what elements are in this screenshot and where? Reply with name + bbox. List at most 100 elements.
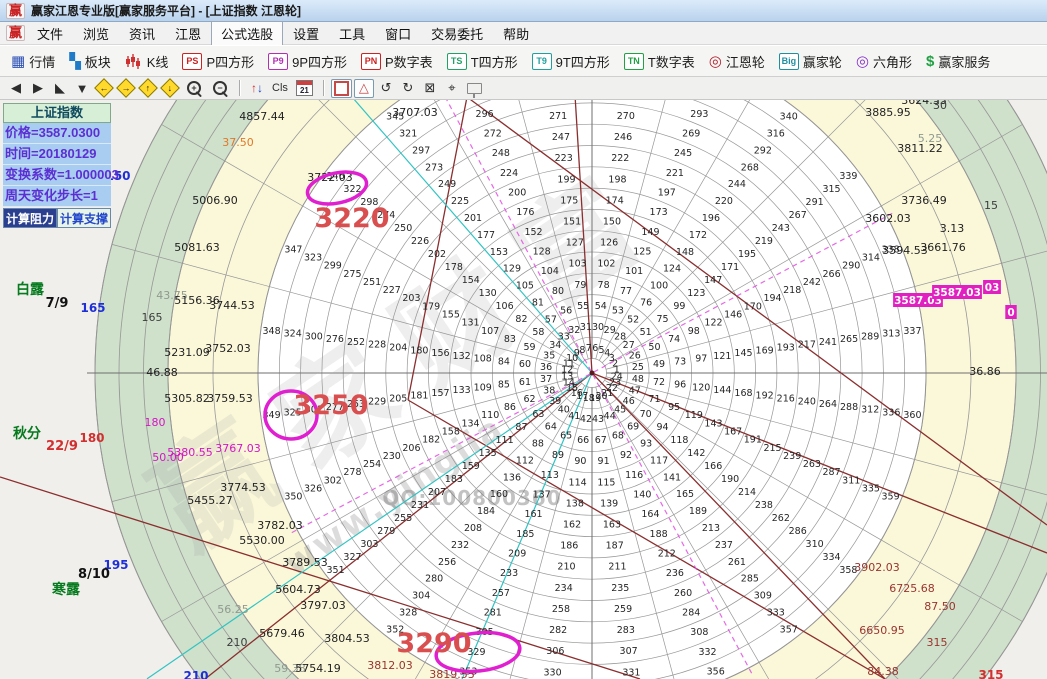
app-logo-icon: 赢 (6, 3, 25, 19)
svg-text:87: 87 (515, 422, 527, 433)
svg-text:53: 53 (612, 306, 624, 317)
svg-text:180: 180 (410, 345, 428, 356)
svg-text:340: 340 (780, 112, 798, 123)
svg-text:126: 126 (600, 238, 618, 249)
svg-text:307: 307 (620, 646, 638, 657)
toolbar-button-T四方形[interactable]: TST四方形 (440, 50, 525, 73)
svg-text:215: 215 (763, 443, 781, 454)
svg-text:186: 186 (560, 541, 578, 552)
menu-item-设置[interactable]: 设置 (283, 21, 329, 46)
svg-text:296: 296 (476, 109, 494, 120)
menu-item-文件[interactable]: 文件 (27, 21, 73, 46)
toolbar-button-K线[interactable]: K线 (118, 50, 176, 73)
menu-item-交易委托[interactable]: 交易委托 (421, 21, 493, 46)
svg-text:59: 59 (523, 342, 535, 353)
svg-text:269: 269 (682, 128, 700, 139)
toolbar-button-六角形[interactable]: ◎六角形 (849, 50, 919, 73)
svg-text:50.00: 50.00 (152, 451, 184, 464)
delete-box-button[interactable]: ⊠ (420, 79, 440, 98)
toolbar-button-P四方形[interactable]: PSP四方形 (175, 50, 261, 73)
calendar-button[interactable]: 21 (293, 79, 316, 98)
svg-text:132: 132 (453, 351, 471, 362)
svg-text:107: 107 (481, 326, 499, 337)
svg-text:267: 267 (789, 210, 807, 221)
rotate-cw-button[interactable]: ↻ (398, 79, 418, 98)
svg-text:37.50: 37.50 (222, 136, 254, 149)
gann-wheel-canvas[interactable]: 赢家财富www.yingjiaQQ:1008003601234567891011… (0, 0, 1047, 679)
nav-down-button[interactable]: ▼ (72, 79, 92, 98)
draw-triangle-button[interactable]: △ (354, 79, 374, 98)
toolbar-button-赢家轮[interactable]: Big赢家轮 (772, 50, 849, 73)
svg-text:120: 120 (692, 382, 710, 393)
pan-left-button[interactable]: ← (94, 79, 114, 98)
svg-text:3220: 3220 (314, 203, 389, 234)
svg-text:217: 217 (798, 340, 816, 351)
svg-text:5: 5 (599, 345, 605, 356)
svg-text:350: 350 (284, 492, 302, 503)
info-row-0: 价格=3587.0300 (3, 123, 111, 144)
T四方形-icon: TS (447, 53, 467, 70)
svg-text:7: 7 (586, 343, 592, 354)
svg-text:26: 26 (629, 350, 641, 361)
calc-resistance-button[interactable]: 计算阻力 (3, 208, 57, 228)
svg-text:155: 155 (442, 310, 460, 321)
menu-item-公式选股[interactable]: 公式选股 (211, 21, 283, 46)
svg-text:03: 03 (985, 282, 1000, 294)
toolbar-button-P数字表[interactable]: PNP数字表 (354, 50, 440, 73)
draw-square-button[interactable] (331, 79, 352, 98)
toolbar-button-板块[interactable]: ▚板块 (62, 50, 118, 73)
9T四方形-icon: T9 (532, 53, 552, 70)
menu-item-帮助[interactable]: 帮助 (493, 21, 539, 46)
presentation-button[interactable] (464, 79, 485, 98)
svg-text:180: 180 (79, 431, 104, 445)
menu-item-浏览[interactable]: 浏览 (73, 21, 119, 46)
svg-text:8: 8 (579, 345, 585, 356)
toolbar-button-赢家服务[interactable]: $赢家服务 (919, 50, 997, 73)
zoom-out-button[interactable]: − (208, 79, 232, 98)
svg-text:84.38: 84.38 (867, 665, 899, 678)
pan-right-button[interactable]: → (116, 79, 136, 98)
rotate-ccw-button[interactable]: ↺ (376, 79, 396, 98)
svg-text:3804.53: 3804.53 (324, 632, 370, 645)
toolbar-button-行情[interactable]: ▦行情 (4, 50, 62, 73)
toolbar-button-江恩轮[interactable]: ◎江恩轮 (702, 50, 772, 73)
svg-text:232: 232 (451, 540, 469, 551)
pan-down-button[interactable]: ↓ (160, 79, 180, 98)
menu-item-工具[interactable]: 工具 (329, 21, 375, 46)
svg-text:157: 157 (431, 388, 449, 399)
menu-item-资讯[interactable]: 资讯 (119, 21, 165, 46)
svg-text:237: 237 (715, 540, 733, 551)
svg-text:280: 280 (425, 574, 443, 585)
svg-text:356: 356 (707, 667, 725, 678)
updown-marker-button[interactable]: ↑↓ (247, 79, 267, 98)
svg-text:182: 182 (422, 435, 440, 446)
svg-text:234: 234 (555, 583, 573, 594)
calc-support-button[interactable]: 计算支撑 (57, 208, 111, 228)
svg-text:284: 284 (682, 608, 700, 619)
zoom-in-button[interactable]: + (182, 79, 206, 98)
svg-text:351: 351 (327, 565, 345, 576)
svg-text:164: 164 (641, 509, 659, 520)
svg-text:3594.53: 3594.53 (882, 244, 928, 257)
toolbar-button-9T四方形[interactable]: T99T四方形 (525, 50, 617, 73)
pan-up-button[interactable]: ↑ (138, 79, 158, 98)
svg-text:218: 218 (783, 285, 801, 296)
toolbar-button-9P四方形[interactable]: P99P四方形 (261, 50, 354, 73)
svg-text:99: 99 (673, 301, 685, 312)
svg-text:5006.90: 5006.90 (192, 194, 238, 207)
svg-text:229: 229 (368, 396, 386, 407)
menu-item-窗口[interactable]: 窗口 (375, 21, 421, 46)
svg-text:72: 72 (653, 377, 665, 388)
svg-text:254: 254 (363, 459, 381, 470)
toolbar-button-T数字表[interactable]: TNT数字表 (617, 50, 702, 73)
nav-left-button[interactable]: ◀ (6, 79, 26, 98)
svg-text:93: 93 (640, 439, 652, 450)
svg-text:0: 0 (1007, 307, 1014, 319)
nav-right-button[interactable]: ▶ (28, 79, 48, 98)
nav-up-button[interactable]: ◣ (50, 79, 70, 98)
svg-text:94: 94 (656, 422, 668, 433)
svg-text:130: 130 (479, 288, 497, 299)
menu-item-江恩[interactable]: 江恩 (165, 21, 211, 46)
center-view-button[interactable]: ⌖ (442, 79, 462, 98)
clear-button[interactable]: Cls (269, 79, 291, 98)
